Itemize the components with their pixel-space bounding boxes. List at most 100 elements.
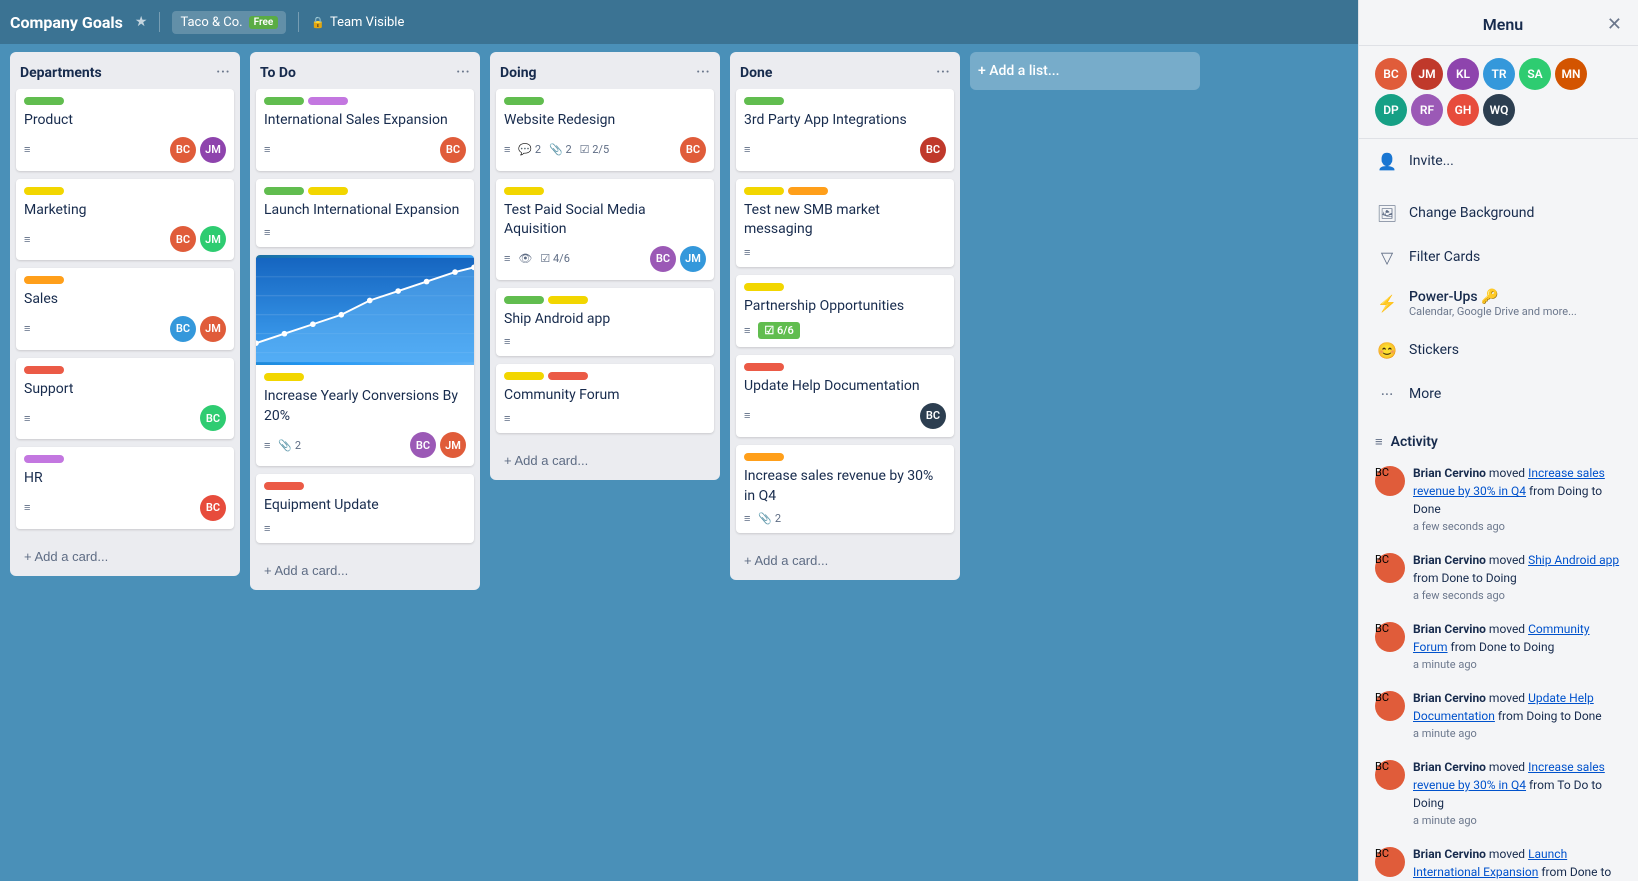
card-equipment[interactable]: Equipment Update ≡ — [256, 474, 474, 543]
list-menu-button[interactable]: ··· — [456, 62, 470, 83]
card-badges: ≡ — [744, 143, 750, 156]
add-list-button[interactable]: + Add a list... — [970, 52, 1200, 90]
label-yellow — [264, 373, 304, 381]
card-footer: ≡BC — [24, 405, 226, 431]
card-title: Ship Android app — [504, 310, 706, 330]
list-cards: 3rd Party App Integrations≡BCTest new SM… — [730, 89, 960, 541]
card-title: Product — [24, 111, 226, 131]
list-menu-button[interactable]: ··· — [936, 62, 950, 83]
filter-icon: ▽ — [1375, 245, 1399, 269]
org-name: Taco & Co. — [180, 15, 242, 30]
label-red — [548, 372, 588, 380]
card-title: Test new SMB market messaging — [744, 201, 946, 240]
label-yellow — [548, 296, 588, 304]
more-icon: ··· — [1375, 382, 1399, 406]
org-switcher[interactable]: Taco & Co. Free — [172, 11, 286, 34]
card-website[interactable]: Website Redesign≡💬 2📎 2☑ 2/5BC — [496, 89, 714, 171]
invite-button[interactable]: 👤 Invite... — [1359, 139, 1638, 183]
card-title: Increase Yearly Conversions By 20% — [264, 387, 466, 426]
card-marketing[interactable]: Marketing≡BCJM — [16, 179, 234, 261]
card-members: BCJM — [650, 246, 706, 272]
stickers-button[interactable]: 😊 Stickers — [1359, 328, 1638, 372]
list-menu-button[interactable]: ··· — [696, 62, 710, 83]
avatar: JM — [200, 316, 226, 342]
power-ups-icon: ⚡ — [1375, 292, 1399, 316]
card-badges: ≡📎 2 — [744, 512, 781, 525]
stickers-label: Stickers — [1409, 342, 1622, 358]
avatar: KL — [1447, 58, 1479, 90]
avatar: BC — [1375, 760, 1405, 790]
card-title: Equipment Update — [264, 496, 466, 516]
card-title: 3rd Party App Integrations — [744, 111, 946, 131]
card-badges: ≡☑ 6/6 — [744, 322, 800, 339]
card-social[interactable]: Test Paid Social Media Aquisition≡👁☑ 4/6… — [496, 179, 714, 280]
card-smb[interactable]: Test new SMB market messaging≡ — [736, 179, 954, 267]
card-labels — [744, 97, 946, 105]
activity-description: Brian Cervino moved Community Forum from… — [1413, 620, 1622, 656]
more-button[interactable]: ··· More — [1359, 372, 1638, 416]
list-title: Doing — [500, 65, 537, 81]
card-badges: ≡ — [504, 412, 510, 425]
avatar: JM — [200, 226, 226, 252]
menu-title: Menu — [1399, 15, 1607, 34]
card-labels — [504, 296, 706, 304]
add-card-button[interactable]: + Add a card... — [736, 547, 954, 574]
card-android[interactable]: Ship Android app ≡ — [496, 288, 714, 357]
activity-item: BCBrian Cervino moved Community Forum fr… — [1367, 612, 1630, 679]
card-labels — [744, 283, 946, 291]
change-background-button[interactable]: 🖼 Change Background — [1359, 191, 1638, 235]
attachment-badge: 📎 2 — [549, 143, 572, 156]
card-hr[interactable]: HR≡BC — [16, 447, 234, 529]
label-yellow — [504, 372, 544, 380]
add-card-button[interactable]: + Add a card... — [16, 543, 234, 570]
power-ups-button[interactable]: ⚡ Power-Ups 🔑 Calendar, Google Drive and… — [1359, 279, 1638, 328]
card-help-docs[interactable]: Update Help Documentation≡BC — [736, 355, 954, 437]
card-title: Support — [24, 380, 226, 400]
card-badges: ≡ — [264, 226, 270, 239]
header-divider — [159, 12, 160, 32]
card-product[interactable]: Product≡BCJM — [16, 89, 234, 171]
attachment-badge: 📎 2 — [758, 512, 781, 525]
desc-badge: ≡ — [264, 143, 270, 156]
card-intl-sales[interactable]: International Sales Expansion≡BC — [256, 89, 474, 171]
card-members: BC — [200, 495, 226, 521]
card-labels — [264, 97, 466, 105]
background-icon: 🖼 — [1375, 201, 1399, 225]
list-menu-button[interactable]: ··· — [216, 62, 230, 83]
team-visibility[interactable]: 🔒 Team Visible — [311, 15, 404, 30]
card-footer: ≡ — [264, 522, 466, 535]
card-badges: ≡ — [24, 322, 30, 335]
add-card-button[interactable]: + Add a card... — [256, 557, 474, 584]
activity-description: Brian Cervino moved Ship Android app fro… — [1413, 551, 1622, 587]
stickers-icon: 😊 — [1375, 338, 1399, 362]
board-title[interactable]: Company Goals — [10, 13, 123, 32]
card-support[interactable]: Support ≡BC — [16, 358, 234, 440]
activity-card-link[interactable]: Ship Android app — [1528, 553, 1619, 567]
card-revenue[interactable]: Increase sales revenue by 30% in Q4≡📎 2 — [736, 445, 954, 533]
avatar: DP — [1375, 94, 1407, 126]
avatar: WQ — [1483, 94, 1515, 126]
card-community[interactable]: Community Forum≡ — [496, 364, 714, 433]
card-footer: ≡ — [264, 226, 466, 239]
menu-close-button[interactable]: ✕ — [1607, 14, 1622, 35]
add-card-button[interactable]: + Add a card... — [496, 447, 714, 474]
list-todo: To Do···International Sales Expansion≡BC… — [250, 52, 480, 590]
more-label: More — [1409, 386, 1622, 402]
filter-cards-button[interactable]: ▽ Filter Cards — [1359, 235, 1638, 279]
card-badges: ≡ — [264, 522, 270, 535]
desc-badge: ≡ — [504, 335, 510, 348]
list-header: Done··· — [730, 52, 960, 89]
star-icon[interactable]: ★ — [135, 14, 148, 30]
card-labels — [264, 187, 466, 195]
card-conversions[interactable]: Increase Yearly Conversions By 20%≡📎 2BC… — [256, 255, 474, 466]
card-sales[interactable]: Sales≡BCJM — [16, 268, 234, 350]
card-partnership[interactable]: Partnership Opportunities≡☑ 6/6 — [736, 275, 954, 348]
card-footer: ≡ — [504, 412, 706, 425]
activity-time: a minute ago — [1413, 727, 1622, 740]
avatar: BC — [1375, 691, 1405, 721]
card-3rdparty[interactable]: 3rd Party App Integrations≡BC — [736, 89, 954, 171]
card-labels — [504, 187, 706, 195]
card-launch-intl[interactable]: Launch International Expansion≡ — [256, 179, 474, 248]
avatar: BC — [440, 137, 466, 163]
card-members: BCJM — [170, 226, 226, 252]
